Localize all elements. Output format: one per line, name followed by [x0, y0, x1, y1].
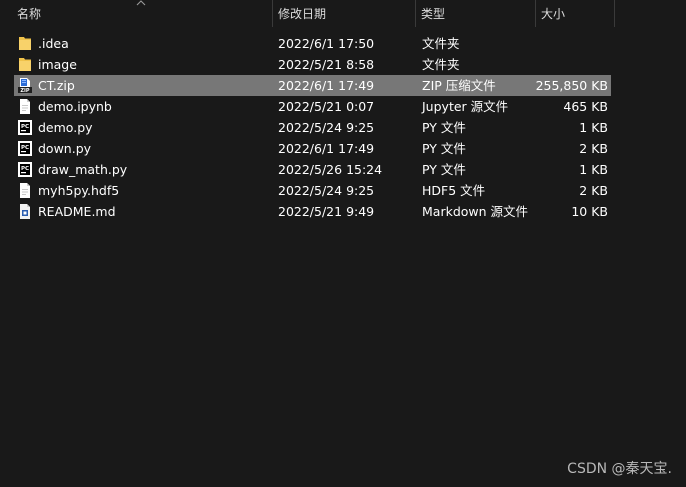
- file-size: 1 KB: [579, 162, 608, 177]
- file-name: myh5py.hdf5: [38, 183, 120, 198]
- file-modified-date: 2022/5/26 15:24: [278, 162, 383, 177]
- svg-text:PC: PC: [21, 124, 29, 130]
- file-type: HDF5 文件: [422, 183, 486, 198]
- document-icon: [17, 98, 33, 115]
- file-modified-date: 2022/5/21 9:49: [278, 204, 375, 219]
- file-modified-date: 2022/6/1 17:49: [278, 141, 375, 156]
- folder-icon: [17, 56, 33, 73]
- pycharm-icon: PC: [17, 161, 33, 178]
- file-modified-date: 2022/5/21 8:58: [278, 57, 375, 72]
- file-name: .idea: [38, 36, 69, 51]
- svg-text:PC: PC: [21, 145, 29, 151]
- file-row[interactable]: PC demo.py 2022/5/24 9:25 PY 文件 1 KB: [14, 117, 611, 138]
- file-name: image: [38, 57, 77, 72]
- column-header-name-label: 名称: [17, 7, 42, 21]
- file-row[interactable]: image 2022/5/21 8:58 文件夹: [14, 54, 611, 75]
- file-size: 1 KB: [579, 120, 608, 135]
- file-modified-date: 2022/5/24 9:25: [278, 120, 375, 135]
- file-type: PY 文件: [422, 120, 466, 135]
- file-row[interactable]: .idea 2022/6/1 17:50 文件夹: [14, 33, 611, 54]
- file-name: demo.py: [38, 120, 93, 135]
- folder-icon: [17, 35, 33, 52]
- file-type: 文件夹: [422, 57, 460, 72]
- sort-ascending-icon: [136, 0, 146, 6]
- pycharm-icon: PC: [17, 119, 33, 136]
- pycharm-icon: PC: [17, 140, 33, 157]
- file-type: PY 文件: [422, 162, 466, 177]
- zip-icon: ZIP: [17, 77, 33, 94]
- file-modified-date: 2022/6/1 17:49: [278, 78, 375, 93]
- watermark: CSDN @秦天宝.: [567, 461, 672, 477]
- column-header-bar: 名称 修改日期 类型 大小: [0, 0, 686, 27]
- markdown-icon: [17, 203, 33, 220]
- file-row[interactable]: demo.ipynb 2022/5/21 0:07 Jupyter 源文件 465 K…: [14, 96, 611, 117]
- svg-text:ZIP: ZIP: [20, 88, 29, 94]
- column-header-type-label: 类型: [421, 7, 446, 21]
- column-divider[interactable]: [614, 0, 615, 27]
- file-name: draw_math.py: [38, 162, 128, 177]
- file-size: 255,850 KB: [535, 78, 608, 93]
- document-icon: [17, 182, 33, 199]
- file-modified-date: 2022/5/24 9:25: [278, 183, 375, 198]
- file-modified-date: 2022/6/1 17:50: [278, 36, 375, 51]
- file-name: down.py: [38, 141, 92, 156]
- file-row[interactable]: ZIP CT.zip 2022/6/1 17:49 ZIP 压缩文件 255,850 K…: [14, 75, 611, 96]
- column-header-size[interactable]: 大小: [536, 0, 614, 27]
- file-row[interactable]: PC draw_math.py 2022/5/26 15:24 PY 文件 1 KB: [14, 159, 611, 180]
- file-row[interactable]: PC down.py 2022/6/1 17:49 PY 文件 2 KB: [14, 138, 611, 159]
- file-type: ZIP 压缩文件: [422, 78, 496, 93]
- column-header-type[interactable]: 类型: [416, 0, 535, 27]
- svg-text:PC: PC: [21, 166, 29, 172]
- column-header-date-label: 修改日期: [278, 7, 327, 21]
- file-name: CT.zip: [38, 78, 75, 93]
- column-header-size-label: 大小: [541, 7, 566, 21]
- column-header-date[interactable]: 修改日期: [273, 0, 415, 27]
- file-size: 2 KB: [579, 183, 608, 198]
- file-row[interactable]: README.md 2022/5/21 9:49 Markdown 源文件 10 KB: [14, 201, 611, 222]
- file-type: Markdown 源文件: [422, 204, 529, 219]
- file-row[interactable]: myh5py.hdf5 2022/5/24 9:25 HDF5 文件 2 KB: [14, 180, 611, 201]
- file-size: 10 KB: [571, 204, 608, 219]
- file-name: README.md: [38, 204, 116, 219]
- file-modified-date: 2022/5/21 0:07: [278, 99, 375, 114]
- file-name: demo.ipynb: [38, 99, 112, 114]
- file-size: 2 KB: [579, 141, 608, 156]
- file-type: PY 文件: [422, 141, 466, 156]
- file-size: 465 KB: [563, 99, 608, 114]
- file-type: Jupyter 源文件: [422, 99, 509, 114]
- file-type: 文件夹: [422, 36, 460, 51]
